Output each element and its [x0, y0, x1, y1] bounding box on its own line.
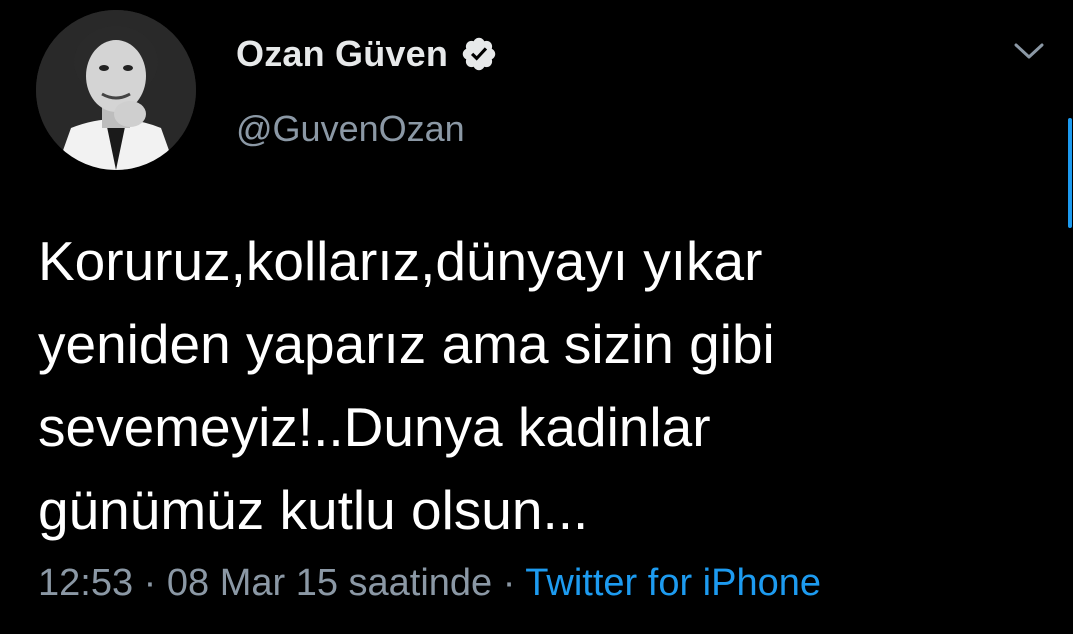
chevron-down-icon[interactable]	[1012, 38, 1046, 64]
tweet-meta: 12:53 · 08 Mar 15 saatinde · Twitter for…	[38, 562, 821, 605]
author-name-row[interactable]: Ozan Güven	[236, 30, 498, 78]
author-handle[interactable]: @GuvenOzan	[236, 108, 465, 150]
tweet-time[interactable]: 12:53	[38, 562, 133, 604]
meta-separator: ·	[143, 562, 157, 604]
tweet-date[interactable]: 08 Mar 15 saatinde	[167, 562, 492, 604]
scrollbar[interactable]	[1068, 118, 1072, 228]
verified-badge-icon	[460, 35, 498, 73]
tweet-text: Koruruz,kollarız,dünyayı yıkar yeniden y…	[38, 230, 775, 541]
meta-separator: ·	[502, 562, 516, 604]
profile-photo-icon	[36, 10, 196, 170]
tweet-source-link[interactable]: Twitter for iPhone	[525, 562, 821, 604]
avatar[interactable]	[36, 10, 196, 170]
author-display-name[interactable]: Ozan Güven	[236, 33, 448, 75]
